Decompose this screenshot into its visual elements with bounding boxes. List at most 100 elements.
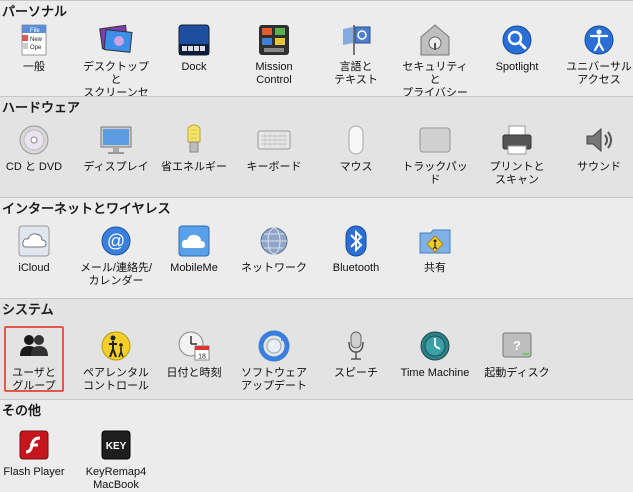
pref-universal-access-label: ユニバーサル アクセス xyxy=(566,61,632,86)
keyboard-icon xyxy=(257,123,291,157)
pref-trackpad[interactable]: トラックパッド xyxy=(397,123,473,187)
pref-mission-control[interactable]: Mission Control xyxy=(236,23,312,87)
pref-mission-control-label: Mission Control xyxy=(255,61,293,86)
pref-mail-contacts-calendar-label: メール/連絡先/ カレンダー xyxy=(79,262,153,287)
pref-startup-disk[interactable]: ? 起動ディスク xyxy=(479,329,555,380)
bluetooth-icon xyxy=(339,224,373,258)
section-title-personal: パーソナル xyxy=(2,4,68,19)
svg-text:?: ? xyxy=(513,338,521,353)
pref-mouse-label: マウス xyxy=(339,161,373,173)
pref-sound-label: サウンド xyxy=(577,161,621,173)
svg-text:New: New xyxy=(30,37,43,43)
network-icon xyxy=(257,224,291,258)
pref-keyremap4macbook[interactable]: KEY KeyRemap4 MacBook xyxy=(78,428,154,492)
trackpad-icon xyxy=(418,123,452,157)
pref-bluetooth[interactable]: Bluetooth xyxy=(318,224,394,275)
svg-text:18: 18 xyxy=(198,354,206,361)
pref-energy-saver[interactable]: 省エネルギー xyxy=(156,123,232,174)
pref-date-time-label: 日付と時刻 xyxy=(166,367,222,379)
mission-control-icon xyxy=(257,23,291,57)
pref-bluetooth-label: Bluetooth xyxy=(332,262,380,274)
pref-speech[interactable]: スピーチ xyxy=(318,329,394,380)
sound-icon xyxy=(582,123,616,157)
section-title-other: その他 xyxy=(2,403,42,418)
users-groups-icon xyxy=(17,329,51,363)
svg-text:KEY: KEY xyxy=(106,441,127,452)
pref-security-privacy[interactable]: セキュリティと プライバシー xyxy=(397,23,473,100)
mail-contacts-calendar-icon: @ xyxy=(99,224,133,258)
pref-print-scan-label: プリントと スキャン xyxy=(489,161,545,186)
pref-keyboard[interactable]: キーボード xyxy=(236,123,312,174)
speech-icon xyxy=(339,329,373,363)
pref-network[interactable]: ネットワーク xyxy=(236,224,312,275)
pref-display[interactable]: ディスプレイ xyxy=(78,123,154,174)
energy-saver-icon xyxy=(177,123,211,157)
security-privacy-icon xyxy=(418,23,452,57)
pref-mobileme-label: MobileMe xyxy=(170,262,218,274)
svg-text:Ope: Ope xyxy=(30,45,42,51)
pref-parental-controls-label: ペアレンタル コントロール xyxy=(83,367,149,392)
section-other: その他 Flash Player KEY KeyRemap4 MacBook xyxy=(0,399,633,492)
cd-dvd-icon xyxy=(17,123,51,157)
pref-print-scan[interactable]: プリントと スキャン xyxy=(479,123,555,187)
print-scan-icon xyxy=(500,123,534,157)
pref-general-label: 一般 xyxy=(23,61,45,73)
section-title-system: システム xyxy=(2,302,54,317)
time-machine-icon xyxy=(418,329,452,363)
pref-speech-label: スピーチ xyxy=(334,367,378,379)
parental-controls-icon xyxy=(99,329,133,363)
pref-cd-dvd[interactable]: CD と DVD xyxy=(0,123,72,174)
section-title-hardware: ハードウェア xyxy=(2,100,81,115)
flash-player-icon xyxy=(17,428,51,462)
pref-dock-label: Dock xyxy=(181,61,207,73)
icloud-icon xyxy=(17,224,51,258)
pref-time-machine-label: Time Machine xyxy=(400,367,470,379)
pref-mobileme[interactable]: MobileMe xyxy=(156,224,232,275)
pref-startup-disk-label: 起動ディスク xyxy=(484,367,550,379)
section-hardware: ハードウェア CD と DVD ディスプレイ 省エネルギー キーボード マウス … xyxy=(0,96,633,198)
pref-dock[interactable]: Dock xyxy=(156,23,232,74)
svg-text:@: @ xyxy=(107,231,125,251)
spotlight-icon xyxy=(500,23,534,57)
pref-users-groups[interactable]: ユーザと グループ xyxy=(0,329,72,393)
pref-date-time[interactable]: 18 日付と時刻 xyxy=(156,329,232,380)
section-system: システム ユーザと グループ ペアレンタル コントロール 18 日付と時刻 ソフ… xyxy=(0,298,633,400)
mouse-icon xyxy=(339,123,373,157)
pref-keyboard-label: キーボード xyxy=(246,161,302,173)
pref-general[interactable]: File New Ope 一般 xyxy=(0,23,72,74)
startup-disk-icon: ? xyxy=(500,329,534,363)
keyremap4macbook-icon: KEY xyxy=(99,428,133,462)
pref-keyremap4macbook-label: KeyRemap4 MacBook xyxy=(85,466,147,491)
pref-security-privacy-label: セキュリティと プライバシー xyxy=(402,61,468,99)
pref-icloud-label: iCloud xyxy=(18,262,50,274)
mobileme-icon xyxy=(177,224,211,258)
language-text-icon xyxy=(339,23,373,57)
pref-software-update[interactable]: ソフトウェア アップデート xyxy=(236,329,312,393)
pref-icloud[interactable]: iCloud xyxy=(0,224,72,275)
pref-network-label: ネットワーク xyxy=(241,262,307,274)
section-title-internet-wireless: インターネットとワイヤレス xyxy=(2,201,171,216)
pref-universal-access[interactable]: ユニバーサル アクセス xyxy=(561,23,633,87)
pref-users-groups-label: ユーザと グループ xyxy=(12,367,56,392)
pref-sound[interactable]: サウンド xyxy=(561,123,633,174)
pref-language-text[interactable]: 言語と テキスト xyxy=(318,23,394,87)
pref-time-machine[interactable]: Time Machine xyxy=(397,329,473,380)
pref-mail-contacts-calendar[interactable]: @ メール/連絡先/ カレンダー xyxy=(78,224,154,288)
pref-trackpad-label: トラックパッド xyxy=(402,161,468,186)
pref-flash-player[interactable]: Flash Player xyxy=(0,428,72,479)
section-personal: パーソナル File New Ope 一般 デスクトップと スクリーンセーバ xyxy=(0,0,633,112)
display-icon xyxy=(99,123,133,157)
svg-text:File: File xyxy=(30,28,40,34)
pref-spotlight[interactable]: Spotlight xyxy=(479,23,555,74)
pref-software-update-label: ソフトウェア アップデート xyxy=(241,367,307,392)
pref-sharing[interactable]: 共有 xyxy=(397,224,473,275)
pref-mouse[interactable]: マウス xyxy=(318,123,394,174)
pref-parental-controls[interactable]: ペアレンタル コントロール xyxy=(78,329,154,393)
pref-flash-player-label: Flash Player xyxy=(3,466,65,478)
dock-icon xyxy=(177,23,211,57)
sharing-icon xyxy=(418,224,452,258)
date-time-icon: 18 xyxy=(177,329,211,363)
pref-sharing-label: 共有 xyxy=(424,262,446,274)
pref-display-label: ディスプレイ xyxy=(83,161,149,173)
pref-cd-dvd-label: CD と DVD xyxy=(5,161,63,173)
